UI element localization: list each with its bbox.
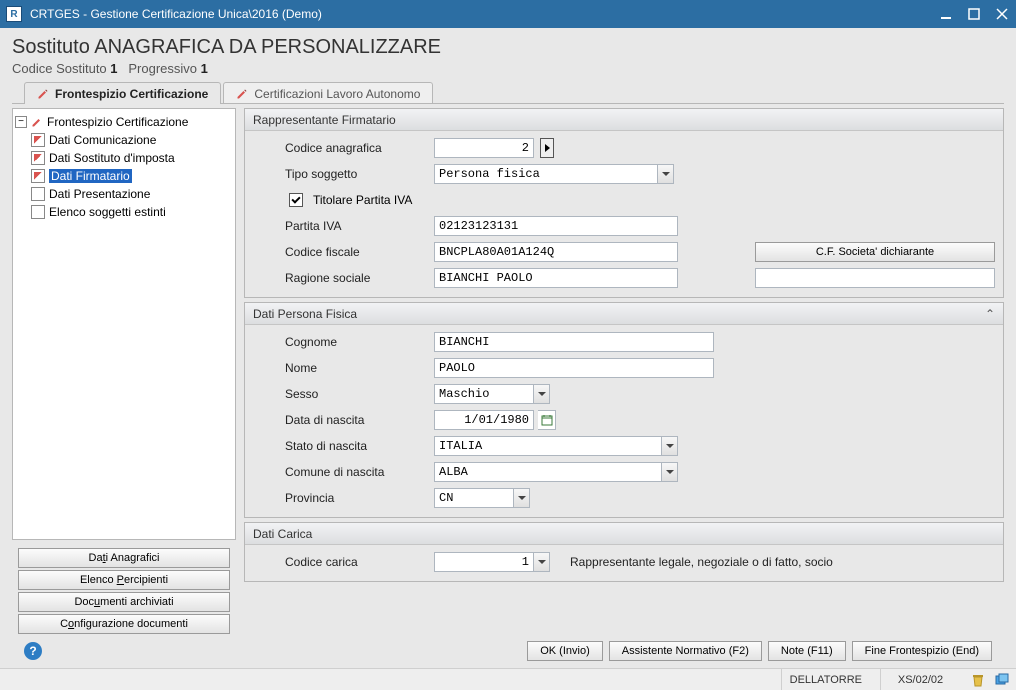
tree-item-dati-firmatario[interactable]: Dati Firmatario: [29, 167, 233, 185]
partita-iva-label: Partita IVA: [285, 219, 430, 233]
status-code: XS/02/02: [880, 669, 960, 690]
pencil-icon: [37, 88, 49, 100]
data-nascita-input[interactable]: [434, 410, 534, 430]
provincia-combo[interactable]: CN: [434, 488, 530, 508]
nav-tree[interactable]: − Frontespizio Certificazione Dati Comun…: [12, 108, 236, 540]
codice-anagrafica-input[interactable]: [434, 138, 534, 158]
note-button[interactable]: Note (F11): [768, 641, 846, 661]
windows-icon[interactable]: [994, 672, 1010, 688]
calendar-icon[interactable]: [538, 410, 556, 430]
codice-anagrafica-label: Codice anagrafica: [285, 141, 430, 155]
app-icon: R: [6, 6, 22, 22]
tree-item-label: Dati Presentazione: [49, 187, 150, 201]
group-header-persona[interactable]: Dati Persona Fisica ⌃: [245, 303, 1003, 325]
comune-nascita-combo[interactable]: ALBA: [434, 462, 678, 482]
minimize-button[interactable]: [938, 6, 954, 22]
chevron-up-icon: ⌃: [985, 307, 995, 321]
status-bar: DELLATORRE XS/02/02: [0, 668, 1016, 690]
assistente-normativo-button[interactable]: Assistente Normativo (F2): [609, 641, 762, 661]
tipo-soggetto-combo[interactable]: Persona fisica: [434, 164, 674, 184]
progressivo-value: 1: [201, 61, 208, 76]
chevron-down-icon[interactable]: [662, 462, 678, 482]
tab-strip: Frontespizio Certificazione Certificazio…: [24, 80, 1004, 104]
codice-sostituto-label: Codice Sostituto: [12, 61, 107, 76]
codice-fiscale-label: Codice fiscale: [285, 245, 430, 259]
window-title: CRTGES - Gestione Certificazione Unica\2…: [30, 7, 938, 21]
ok-button[interactable]: OK (Invio): [527, 641, 603, 661]
pencil-icon: [31, 169, 45, 183]
provincia-label: Provincia: [285, 491, 430, 505]
chevron-down-icon[interactable]: [662, 436, 678, 456]
codice-carica-label: Codice carica: [285, 555, 430, 569]
cognome-label: Cognome: [285, 335, 430, 349]
status-user: DELLATORRE: [781, 669, 870, 690]
page-icon: [31, 205, 45, 219]
tab-label: Frontespizio Certificazione: [55, 87, 208, 101]
documenti-archiviati-button[interactable]: Documenti archiviati: [18, 592, 230, 612]
tree-item-label: Elenco soggetti estinti: [49, 205, 166, 219]
group-header-carica: Dati Carica: [245, 523, 1003, 545]
tab-frontespizio[interactable]: Frontespizio Certificazione: [24, 82, 221, 104]
stato-nascita-combo[interactable]: ITALIA: [434, 436, 678, 456]
chevron-down-icon[interactable]: [514, 488, 530, 508]
collapse-icon[interactable]: −: [15, 116, 27, 128]
dati-anagrafici-button[interactable]: Dati Anagrafici: [18, 548, 230, 568]
cf-societa-button[interactable]: C.F. Societa' dichiarante: [755, 242, 995, 262]
tree-item-dati-comunicazione[interactable]: Dati Comunicazione: [29, 131, 233, 149]
group-dati-carica: Dati Carica Codice carica 1 Rappresentan…: [244, 522, 1004, 582]
configurazione-documenti-button[interactable]: Configurazione documenti: [18, 614, 230, 634]
ragione-sociale-input[interactable]: [434, 268, 678, 288]
codice-carica-combo[interactable]: 1: [434, 552, 550, 572]
pencil-icon: [31, 151, 45, 165]
progressivo-label: Progressivo: [128, 61, 197, 76]
help-button[interactable]: ?: [24, 642, 42, 660]
tree-item-dati-sostituto[interactable]: Dati Sostituto d'imposta: [29, 149, 233, 167]
tab-certificazioni[interactable]: Certificazioni Lavoro Autonomo: [223, 82, 433, 104]
trash-icon[interactable]: [970, 672, 986, 688]
nome-label: Nome: [285, 361, 430, 375]
tree-root-label: Frontespizio Certificazione: [47, 115, 188, 129]
sub-header: Codice Sostituto 1 Progressivo 1: [12, 61, 1004, 76]
group-header-rappresentante: Rappresentante Firmatario: [245, 109, 1003, 131]
titolare-piva-checkbox[interactable]: [289, 193, 303, 207]
tree-item-label: Dati Sostituto d'imposta: [49, 151, 175, 165]
lookup-button[interactable]: [540, 138, 554, 158]
chevron-down-icon[interactable]: [534, 384, 550, 404]
partita-iva-input[interactable]: [434, 216, 678, 236]
pencil-icon: [31, 116, 43, 128]
tab-label: Certificazioni Lavoro Autonomo: [254, 87, 420, 101]
page-title: Sostituto ANAGRAFICA DA PERSONALIZZARE: [12, 36, 1004, 59]
sesso-combo[interactable]: Maschio: [434, 384, 550, 404]
close-button[interactable]: [994, 6, 1010, 22]
codice-fiscale-input[interactable]: [434, 242, 678, 262]
chevron-down-icon[interactable]: [534, 552, 550, 572]
nome-input[interactable]: [434, 358, 714, 378]
codice-carica-description: Rappresentante legale, negoziale o di fa…: [570, 555, 833, 569]
pencil-icon: [236, 88, 248, 100]
pencil-icon: [31, 133, 45, 147]
tree-item-elenco-soggetti[interactable]: Elenco soggetti estinti: [29, 203, 233, 221]
fine-frontespizio-button[interactable]: Fine Frontespizio (End): [852, 641, 992, 661]
group-rappresentante: Rappresentante Firmatario Codice anagraf…: [244, 108, 1004, 298]
data-nascita-label: Data di nascita: [285, 413, 430, 427]
tree-item-label: Dati Firmatario: [49, 169, 132, 183]
comune-nascita-label: Comune di nascita: [285, 465, 430, 479]
titolare-piva-label: Titolare Partita IVA: [313, 193, 412, 207]
group-persona-fisica: Dati Persona Fisica ⌃ Cognome Nome: [244, 302, 1004, 518]
page-icon: [31, 187, 45, 201]
sesso-label: Sesso: [285, 387, 430, 401]
tree-item-label: Dati Comunicazione: [49, 133, 156, 147]
tree-root[interactable]: − Frontespizio Certificazione: [15, 113, 233, 131]
codice-sostituto-value: 1: [110, 61, 117, 76]
maximize-button[interactable]: [966, 6, 982, 22]
stato-nascita-label: Stato di nascita: [285, 439, 430, 453]
chevron-down-icon[interactable]: [658, 164, 674, 184]
tree-item-dati-presentazione[interactable]: Dati Presentazione: [29, 185, 233, 203]
ragione-sociale-extra-input[interactable]: [755, 268, 995, 288]
title-bar: R CRTGES - Gestione Certificazione Unica…: [0, 0, 1016, 28]
cognome-input[interactable]: [434, 332, 714, 352]
ragione-sociale-label: Ragione sociale: [285, 271, 430, 285]
elenco-percipienti-button[interactable]: Elenco Percipienti: [18, 570, 230, 590]
tipo-soggetto-label: Tipo soggetto: [285, 167, 430, 181]
